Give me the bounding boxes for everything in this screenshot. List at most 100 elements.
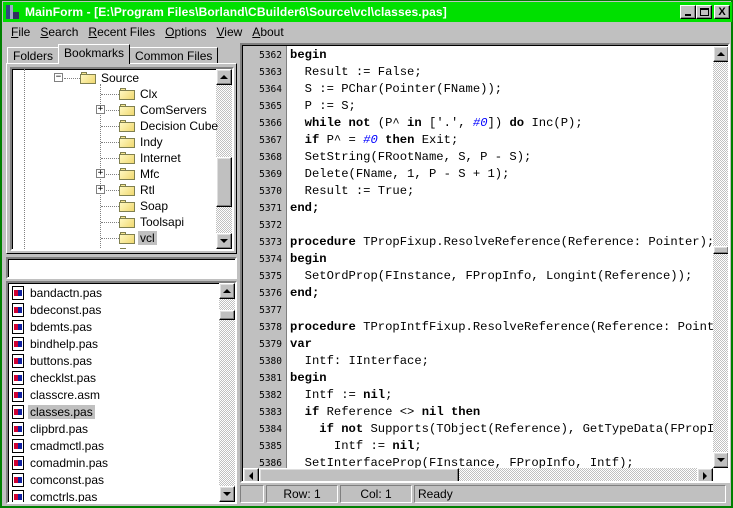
expand-icon[interactable]: + (96, 169, 105, 178)
pascal-file-icon (12, 285, 24, 300)
file-list-item[interactable]: bandactn.pas (12, 284, 104, 301)
file-list-scroll-down-button[interactable] (219, 486, 235, 502)
file-list-item[interactable]: cmadmctl.pas (12, 437, 106, 454)
keyword: var (290, 337, 312, 351)
editor-hscroll-thumb[interactable] (259, 468, 459, 481)
file-list-item[interactable]: checklst.pas (12, 369, 98, 386)
file-list-item[interactable]: bdeconst.pas (12, 301, 103, 318)
code-line[interactable]: begin (290, 370, 327, 387)
tree-item-clx[interactable]: Clx (119, 86, 159, 102)
code-line[interactable]: Result := True; (290, 183, 415, 200)
code-line[interactable]: if P^ = #0 then Exit; (290, 132, 459, 149)
line-number-gutter: 5362 5363 5364 5365 5366 5367 5368 5369 5370 5371… (243, 46, 287, 469)
code-line[interactable]: begin (290, 251, 327, 268)
menu-view[interactable]: View (211, 25, 247, 39)
file-list[interactable]: bandactn.pas bdeconst.pas bdemts.pas bindhe… (6, 281, 237, 504)
tree-vertical-scrollbar[interactable] (216, 69, 232, 249)
tree-item-vcl[interactable]: vcl (119, 230, 157, 246)
tree-item-rtl[interactable]: Rtl (119, 182, 157, 198)
editor-scroll-up-button[interactable] (713, 46, 728, 62)
tree-item-mfc[interactable]: Mfc (119, 166, 161, 182)
file-name: cmadmctl.pas (30, 438, 105, 453)
code-line[interactable]: SetOrdProp(FInstance, FPropInfo, Longint… (290, 268, 693, 285)
editor-scroll-thumb[interactable] (713, 246, 728, 254)
title-bar[interactable]: MainForm - [E:\Program Files\Borland\CBu… (3, 2, 732, 22)
code-line[interactable]: Intf := nil; (290, 438, 422, 455)
file-list-item[interactable]: comctrls.pas (12, 488, 99, 502)
tree-item-internet[interactable]: Internet (119, 150, 183, 166)
editor-scroll-down-button[interactable] (713, 452, 728, 468)
file-list-item[interactable]: classcre.asm (12, 386, 102, 403)
expand-icon[interactable]: + (96, 105, 105, 114)
code-line[interactable]: procedure TPropFixup.ResolveReference(Re… (290, 234, 713, 251)
editor-horizontal-scrollbar[interactable] (243, 468, 713, 481)
code-line[interactable]: procedure TPropIntfFixup.ResolveReferenc… (290, 319, 713, 336)
tree-item-toolsapi[interactable]: Toolsapi (119, 214, 186, 230)
code-line[interactable]: begin (290, 47, 327, 64)
app-icon[interactable] (5, 4, 21, 20)
code-line[interactable]: S := PChar(Pointer(FName)); (290, 81, 502, 98)
editor-scroll-right-button[interactable] (697, 468, 713, 481)
menu-search[interactable]: Search (35, 25, 83, 39)
folder-icon (119, 248, 135, 249)
code-line[interactable]: P := S; (290, 98, 356, 115)
tree-scroll-up-button[interactable] (216, 69, 232, 85)
tree-scroll-thumb[interactable] (216, 157, 232, 207)
menu-label-rest: ecent Files (97, 25, 156, 39)
tab-common-files[interactable]: Common Files (129, 47, 219, 64)
close-button[interactable]: X (714, 5, 730, 19)
tree-item-comservers[interactable]: ComServers (119, 102, 209, 118)
code-line[interactable]: SetString(FRootName, S, P - S); (290, 149, 532, 166)
tree-item-soap[interactable]: Soap (119, 198, 170, 214)
file-list-scroll-up-button[interactable] (219, 283, 235, 299)
file-list-scroll-thumb[interactable] (219, 310, 235, 320)
code-line[interactable]: while not (P^ in ['.', #0]) do Inc(P); (290, 115, 583, 132)
code-text: SetInterfaceProp(FInstance, FPropInfo, I… (290, 456, 634, 468)
code-line[interactable]: if Reference <> nil then (290, 404, 481, 421)
code-line[interactable]: var (290, 336, 312, 353)
expand-icon[interactable]: + (96, 185, 105, 194)
file-list-item[interactable]: buttons.pas (12, 352, 94, 369)
tree-item-source[interactable]: Source (80, 70, 141, 86)
code-line[interactable]: end; (290, 200, 319, 217)
file-list-item[interactable]: classes.pas (12, 403, 95, 420)
code-line[interactable]: Delete(FName, 1, P - S + 1); (290, 166, 510, 183)
minimize-button[interactable] (680, 5, 696, 19)
code-editor[interactable]: 5362 5363 5364 5365 5366 5367 5368 5369 5370 5371… (240, 43, 730, 483)
file-list-item[interactable]: clipbrd.pas (12, 420, 90, 437)
file-list-item[interactable]: bdemts.pas (12, 318, 94, 335)
menu-recent-files[interactable]: Recent Files (83, 25, 160, 39)
file-list-item[interactable]: comconst.pas (12, 471, 106, 488)
maximize-button[interactable] (696, 5, 712, 19)
code-line[interactable]: if not Supports(TObject(Reference), GetT… (290, 421, 713, 438)
folder-icon (119, 168, 135, 180)
code-line[interactable]: Intf: IInterface; (290, 353, 429, 370)
code-line[interactable]: Result := False; (290, 64, 422, 81)
file-list-vertical-scrollbar[interactable] (219, 283, 235, 502)
menu-options[interactable]: Options (160, 25, 211, 39)
code-area[interactable]: begin Result := False; S := PChar(Pointe… (288, 46, 713, 468)
code-line[interactable]: Intf := nil; (290, 387, 393, 404)
code-text: Result := False; (290, 65, 422, 79)
menu-file[interactable]: File (6, 25, 35, 39)
code-line[interactable]: SetInterfaceProp(FInstance, FPropInfo, I… (290, 455, 634, 468)
file-name: buttons.pas (30, 353, 93, 368)
editor-scroll-left-button[interactable] (243, 468, 259, 481)
folder-tree[interactable]: Source − Clx + ComServers Decision Cube Indy In… (10, 67, 234, 251)
tab-bookmarks[interactable]: Bookmarks (58, 44, 131, 64)
arrow-up-icon (223, 289, 231, 293)
collapse-icon[interactable]: − (54, 73, 63, 82)
file-list-item[interactable]: comadmin.pas (12, 454, 110, 471)
tree-scroll-down-button[interactable] (216, 233, 232, 249)
filter-input[interactable] (6, 257, 237, 279)
menu-about[interactable]: About (247, 25, 288, 39)
editor-vertical-scrollbar[interactable] (713, 46, 728, 468)
file-list-item[interactable]: bindhelp.pas (12, 335, 100, 352)
tree-item-indy[interactable]: Indy (119, 134, 165, 150)
file-name: clipbrd.pas (30, 421, 89, 436)
tab-folders[interactable]: Folders (7, 47, 60, 64)
code-line[interactable]: end; (290, 285, 319, 302)
tree-item-label: ComServers (140, 103, 207, 117)
tree-item-decision-cube[interactable]: Decision Cube (119, 118, 220, 134)
menu-label-rest: bout (260, 25, 284, 39)
